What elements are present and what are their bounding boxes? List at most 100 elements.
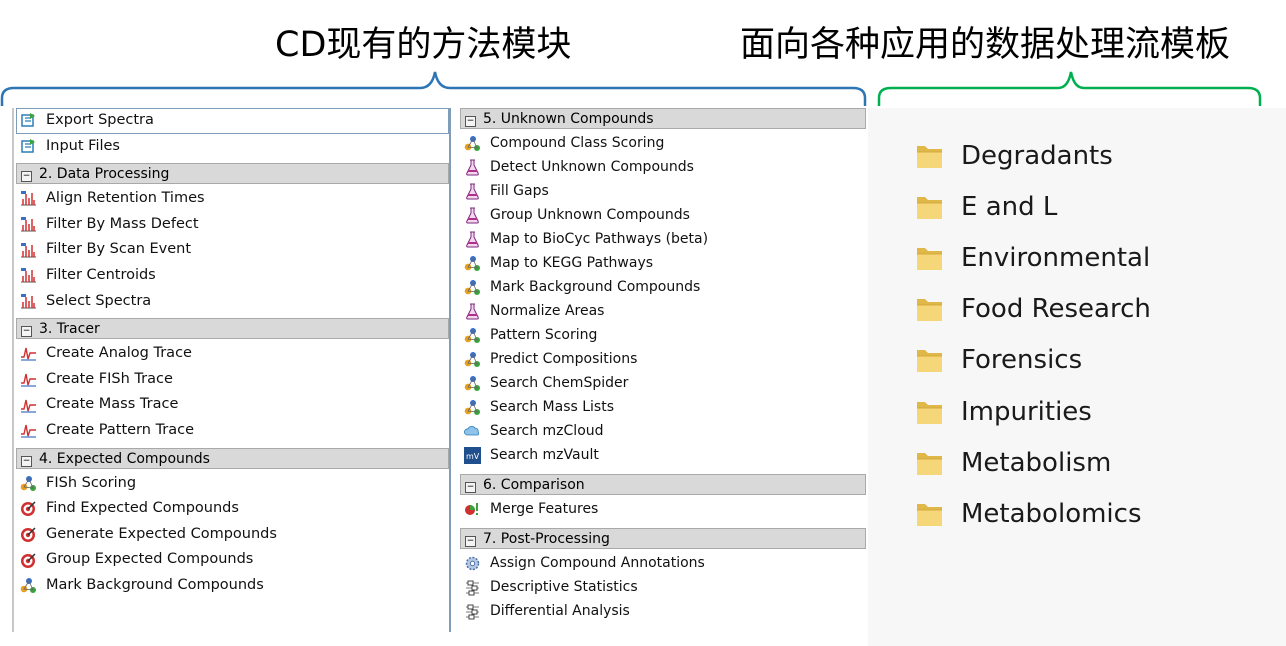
module-assign-compound-annotations[interactable]: Assign Compound Annotations <box>458 551 866 575</box>
flask-icon <box>464 159 481 176</box>
group-header-2-data-processing[interactable]: −2. Data Processing <box>16 163 449 185</box>
molecule-icon <box>464 351 481 368</box>
module-predict-compositions[interactable]: Predict Compositions <box>458 347 866 371</box>
collapse-toggle-icon[interactable]: − <box>21 326 32 338</box>
template-folder-food-research[interactable]: Food Research <box>868 284 1286 335</box>
module-label: Predict Compositions <box>490 351 638 367</box>
spectrum-icon <box>20 216 37 233</box>
module-create-analog-trace[interactable]: Create Analog Trace <box>14 341 449 367</box>
molecule-icon <box>464 399 481 416</box>
module-mark-background-compounds[interactable]: Mark Background Compounds <box>14 573 449 599</box>
module-select-spectra[interactable]: Select Spectra <box>14 289 449 315</box>
module-normalize-areas[interactable]: Normalize Areas <box>458 299 866 323</box>
folder-icon <box>914 447 946 479</box>
section-braces <box>0 71 1262 106</box>
template-folder-impurities[interactable]: Impurities <box>868 386 1286 437</box>
module-label: Find Expected Compounds <box>46 500 239 517</box>
module-label: Generate Expected Compounds <box>46 525 277 542</box>
module-group-expected-compounds[interactable]: Group Expected Compounds <box>14 547 449 573</box>
module-generate-expected-compounds[interactable]: Generate Expected Compounds <box>14 522 449 548</box>
module-merge-features[interactable]: Merge Features <box>458 497 866 521</box>
folder-icon <box>914 396 946 428</box>
svg-text:mV: mV <box>466 452 480 461</box>
spectrum-icon <box>20 267 37 284</box>
module-group-unknown-compounds[interactable]: Group Unknown Compounds <box>458 203 866 227</box>
group-header-5-unknown-compounds[interactable]: −5. Unknown Compounds <box>460 108 866 129</box>
module-search-chemspider[interactable]: Search ChemSpider <box>458 371 866 395</box>
module-filter-by-mass-defect[interactable]: Filter By Mass Defect <box>14 212 449 238</box>
export-icon <box>20 138 37 155</box>
flask-icon <box>464 303 481 320</box>
right-brace <box>877 71 1262 106</box>
module-fill-gaps[interactable]: Fill Gaps <box>458 179 866 203</box>
module-label: Create FISh Trace <box>46 370 173 387</box>
merge-icon <box>464 501 481 518</box>
molecule-icon <box>20 577 37 594</box>
module-search-mzcloud[interactable]: Search mzCloud <box>458 419 866 443</box>
module-label: Fill Gaps <box>490 183 549 199</box>
template-folder-degradants[interactable]: Degradants <box>868 130 1286 181</box>
folder-label: Environmental <box>961 242 1151 273</box>
module-label: Search mzCloud <box>490 423 604 439</box>
group-header-7-post-processing[interactable]: −7. Post-Processing <box>460 528 866 549</box>
module-label: Compound Class Scoring <box>490 135 665 151</box>
module-input-files[interactable]: Input Files <box>14 134 449 160</box>
group-header-4-expected-compounds[interactable]: −4. Expected Compounds <box>16 447 449 469</box>
module-descriptive-statistics[interactable]: Descriptive Statistics <box>458 575 866 599</box>
folder-label: Forensics <box>961 345 1083 376</box>
module-detect-unknown-compounds[interactable]: Detect Unknown Compounds <box>458 155 866 179</box>
module-search-mass-lists[interactable]: Search Mass Lists <box>458 395 866 419</box>
module-create-mass-trace[interactable]: Create Mass Trace <box>14 392 449 418</box>
module-filter-centroids[interactable]: Filter Centroids <box>14 263 449 289</box>
module-label: Export Spectra <box>46 112 154 128</box>
module-create-pattern-trace[interactable]: Create Pattern Trace <box>14 418 449 444</box>
collapse-toggle-icon[interactable]: − <box>21 171 32 183</box>
module-export-spectra[interactable]: Export Spectra <box>16 108 449 134</box>
module-label: Detect Unknown Compounds <box>490 159 694 175</box>
trace-icon <box>20 422 37 439</box>
trace-icon <box>20 397 37 414</box>
template-folder-environmental[interactable]: Environmental <box>868 232 1286 283</box>
module-label: Pattern Scoring <box>490 327 598 343</box>
flask-icon <box>464 207 481 224</box>
group-header-3-tracer[interactable]: −3. Tracer <box>16 318 449 340</box>
module-filter-by-scan-event[interactable]: Filter By Scan Event <box>14 237 449 263</box>
template-folder-metabolomics[interactable]: Metabolomics <box>868 488 1286 539</box>
folder-icon <box>914 191 946 223</box>
trace-icon <box>20 345 37 362</box>
module-map-to-kegg-pathways[interactable]: Map to KEGG Pathways <box>458 251 866 275</box>
module-label: Search mzVault <box>490 447 599 463</box>
module-label: Search Mass Lists <box>490 399 615 415</box>
module-search-mzvault[interactable]: mV Search mzVault <box>458 443 866 467</box>
module-mark-background-compounds[interactable]: Mark Background Compounds <box>458 275 866 299</box>
module-differential-analysis[interactable]: Differential Analysis <box>458 599 866 623</box>
template-folder-forensics[interactable]: Forensics <box>868 335 1286 386</box>
collapse-toggle-icon[interactable]: − <box>465 482 476 493</box>
folder-icon <box>914 344 946 376</box>
molecule-icon <box>464 279 481 296</box>
group-header-label: 4. Expected Compounds <box>39 450 210 467</box>
module-label: Descriptive Statistics <box>490 579 638 595</box>
template-folder-e-and-l[interactable]: E and L <box>868 181 1286 232</box>
folder-icon <box>914 498 946 530</box>
folder-label: Degradants <box>961 140 1113 171</box>
method-modules-left-list: Export Spectra Input Files −2. Data Proces… <box>12 108 451 632</box>
module-label: Normalize Areas <box>490 303 605 319</box>
template-folder-metabolism[interactable]: Metabolism <box>868 437 1286 488</box>
module-align-retention-times[interactable]: Align Retention Times <box>14 186 449 212</box>
collapse-toggle-icon[interactable]: − <box>465 116 476 127</box>
group-header-6-comparison[interactable]: −6. Comparison <box>460 474 866 495</box>
collapse-toggle-icon[interactable]: − <box>465 536 476 547</box>
folder-label: Impurities <box>961 396 1092 427</box>
module-compound-class-scoring[interactable]: Compound Class Scoring <box>458 131 866 155</box>
folder-label: E and L <box>961 191 1058 222</box>
module-create-fish-trace[interactable]: Create FISh Trace <box>14 367 449 393</box>
module-find-expected-compounds[interactable]: Find Expected Compounds <box>14 496 449 522</box>
folder-label: Food Research <box>961 294 1151 325</box>
collapse-toggle-icon[interactable]: − <box>21 455 32 467</box>
module-fish-scoring[interactable]: FISh Scoring <box>14 471 449 497</box>
folder-label: Metabolomics <box>961 498 1142 529</box>
module-map-to-biocyc-pathways-beta[interactable]: Map to BioCyc Pathways (beta) <box>458 227 866 251</box>
module-pattern-scoring[interactable]: Pattern Scoring <box>458 323 866 347</box>
target-icon <box>20 526 37 543</box>
